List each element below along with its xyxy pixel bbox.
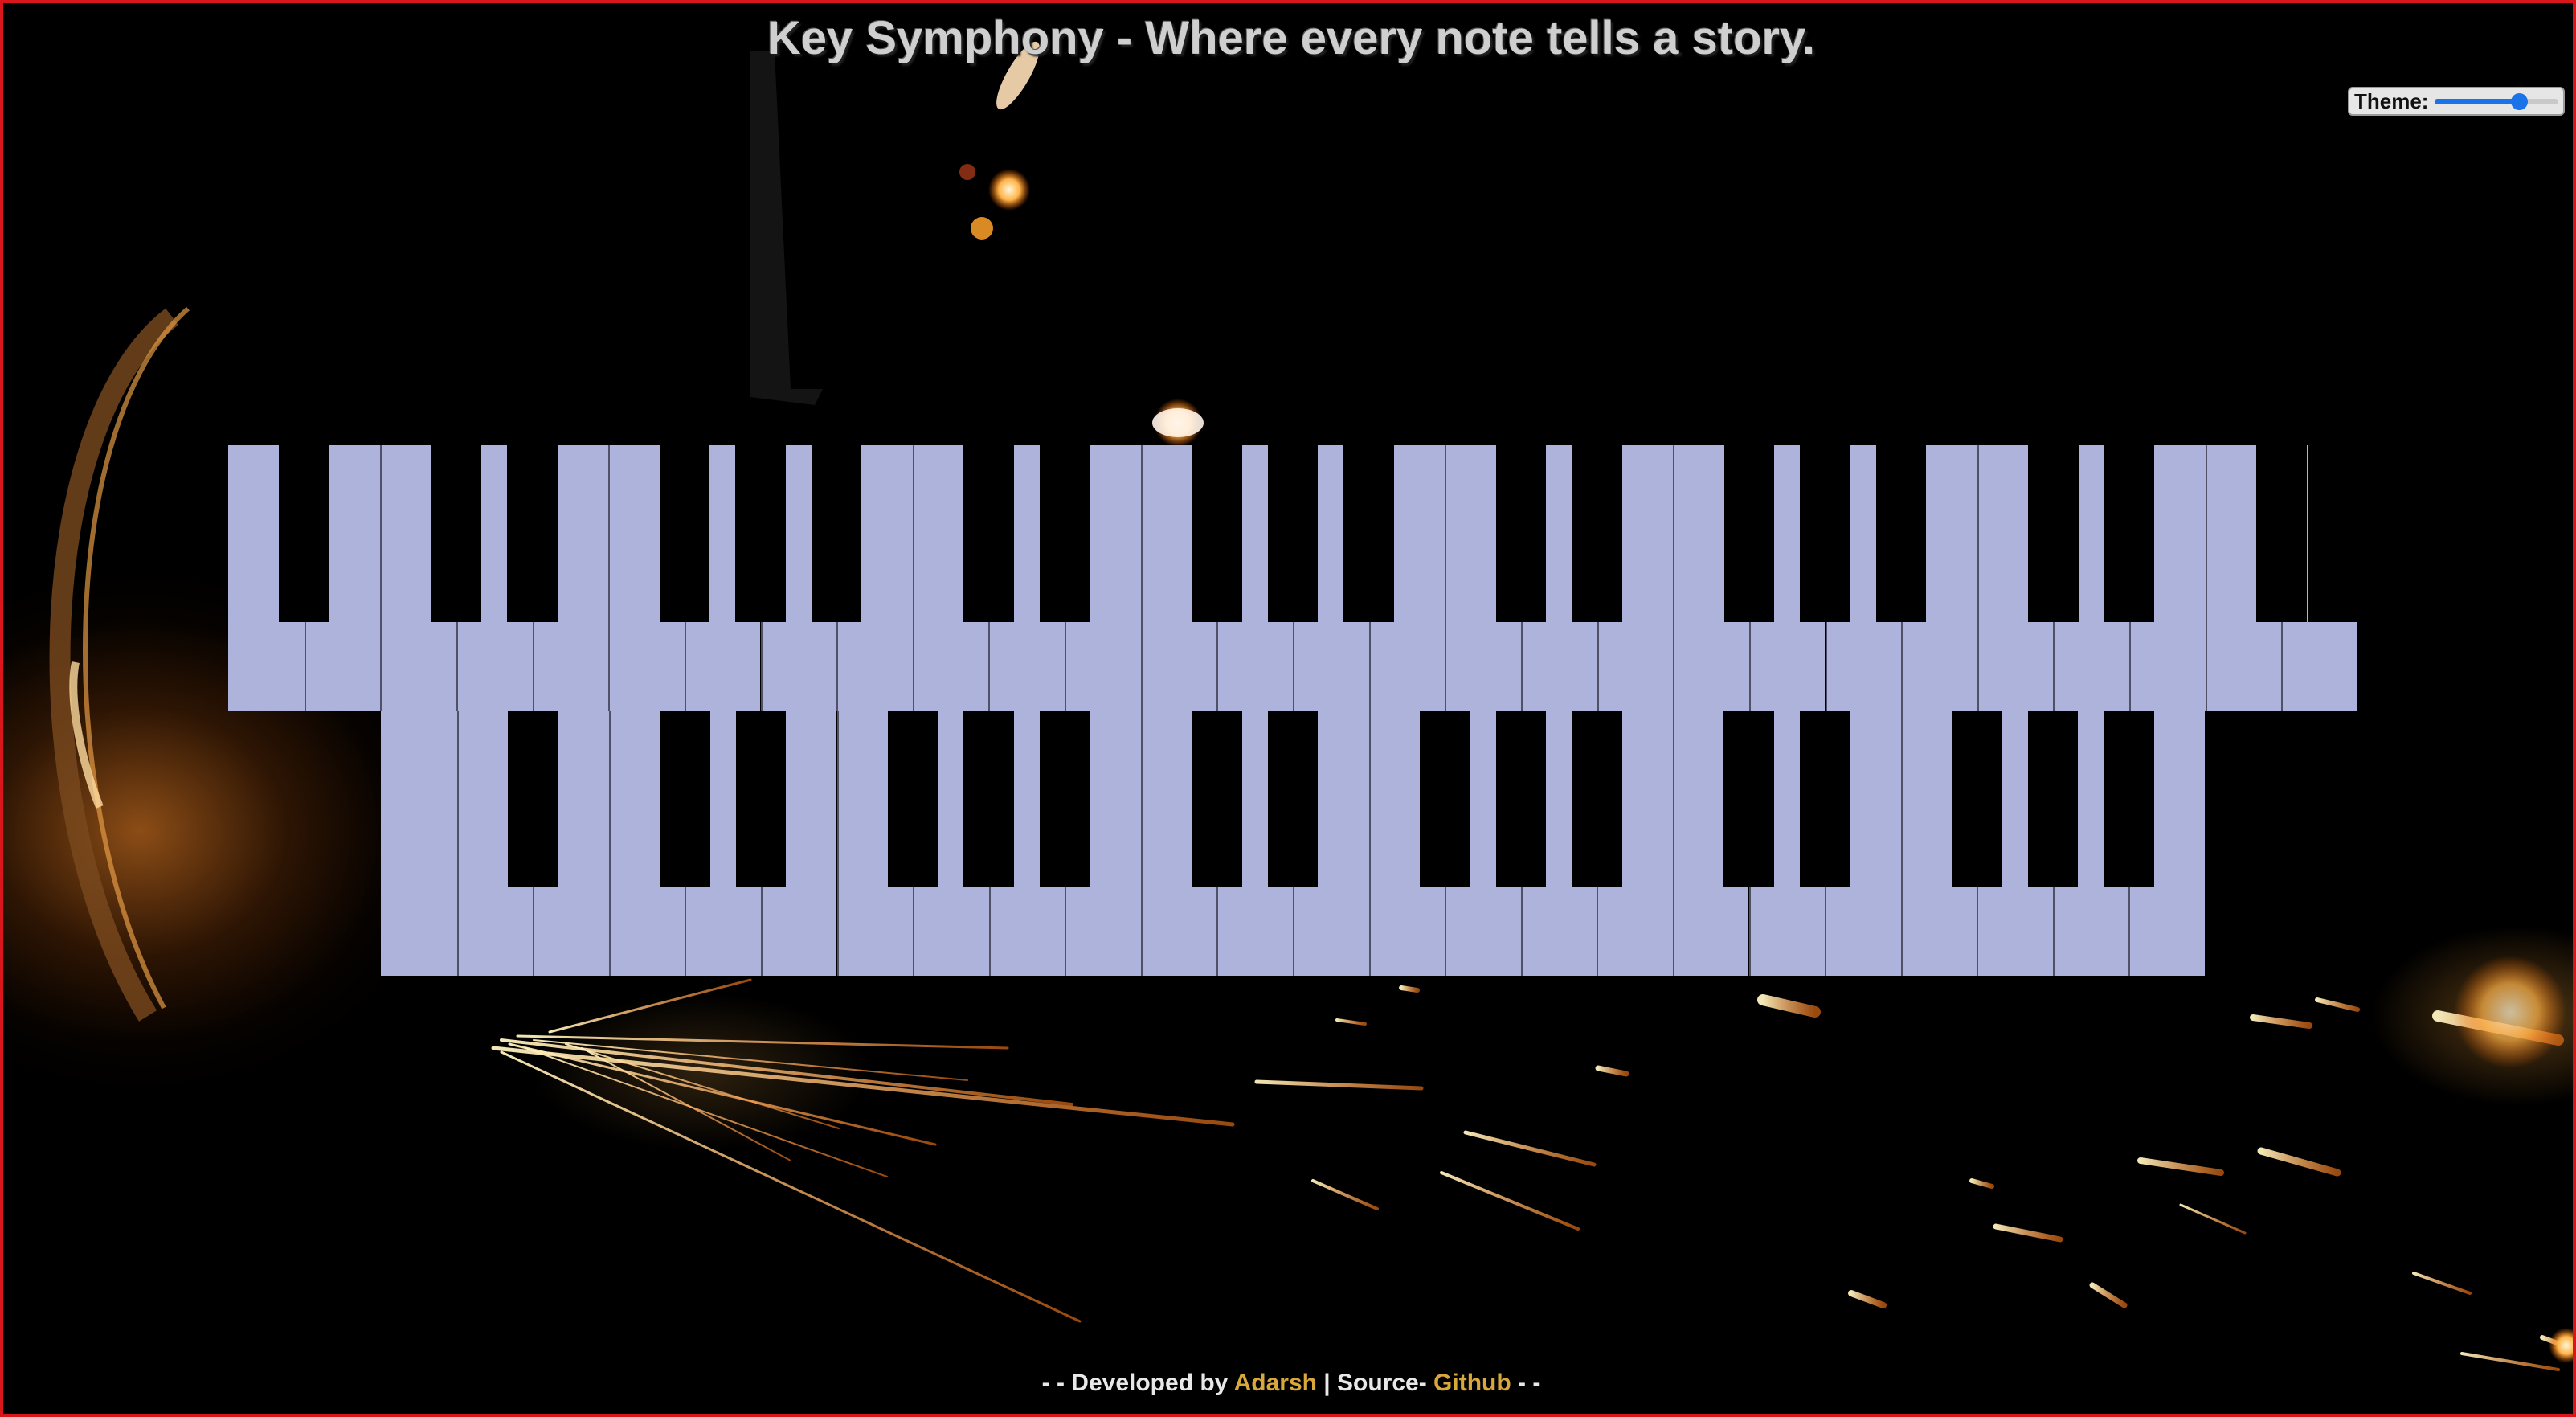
footer-prefix: - - Developed by	[1041, 1370, 1234, 1396]
black-key[interactable]	[660, 711, 710, 887]
black-key[interactable]	[1799, 711, 1850, 887]
black-key[interactable]	[1192, 711, 1242, 887]
black-key[interactable]	[1039, 445, 1090, 622]
white-key[interactable]	[381, 711, 457, 976]
black-key[interactable]	[431, 445, 482, 622]
black-key[interactable]	[2027, 711, 2079, 887]
footer: - - Developed by Adarsh | Source- Github…	[3, 1370, 2573, 1397]
black-key[interactable]	[1267, 445, 1319, 622]
black-key[interactable]	[1192, 445, 1242, 622]
black-key[interactable]	[1800, 445, 1850, 622]
black-key[interactable]	[1495, 711, 1546, 887]
black-key[interactable]	[1040, 711, 1090, 887]
black-key[interactable]	[811, 445, 862, 622]
black-key[interactable]	[887, 711, 938, 887]
black-key[interactable]	[2104, 445, 2155, 622]
theme-slider-thumb[interactable]	[2511, 93, 2529, 110]
footer-separator: | Source-	[1316, 1370, 1434, 1396]
piano-keyboard-lower	[381, 711, 2205, 976]
black-key[interactable]	[1343, 445, 1394, 622]
black-key[interactable]	[2256, 445, 2307, 622]
black-key[interactable]	[279, 445, 329, 622]
black-key[interactable]	[2028, 445, 2079, 622]
black-key[interactable]	[1875, 445, 1927, 622]
black-key[interactable]	[507, 711, 558, 887]
footer-suffix: - -	[1511, 1370, 1541, 1396]
black-key[interactable]	[1723, 711, 1774, 887]
piano-keyboard-upper	[228, 445, 2357, 711]
black-key[interactable]	[963, 445, 1014, 622]
github-link[interactable]: Github	[1433, 1370, 1511, 1396]
black-key[interactable]	[1572, 445, 1622, 622]
black-key[interactable]	[2307, 445, 2357, 622]
black-key[interactable]	[2104, 711, 2154, 887]
black-key[interactable]	[963, 711, 1014, 887]
black-key[interactable]	[735, 711, 787, 887]
theme-slider-fill	[2435, 99, 2520, 104]
black-key[interactable]	[1495, 445, 1547, 622]
theme-slider[interactable]	[2435, 89, 2558, 113]
black-key[interactable]	[1572, 711, 1622, 887]
black-key[interactable]	[735, 445, 786, 622]
page-title: Key Symphony - Where every note tells a …	[767, 12, 1816, 64]
theme-control: Theme:	[2348, 87, 2565, 116]
black-key[interactable]	[1419, 711, 1470, 887]
author-link[interactable]: Adarsh	[1234, 1370, 1317, 1396]
app-window: Key Symphony - Where every note tells a …	[0, 0, 2576, 1417]
black-key[interactable]	[1952, 711, 2002, 887]
black-key[interactable]	[1723, 445, 1775, 622]
theme-label: Theme:	[2354, 88, 2429, 113]
black-key[interactable]	[507, 445, 558, 622]
black-key[interactable]	[659, 445, 710, 622]
black-key[interactable]	[1267, 711, 1319, 887]
